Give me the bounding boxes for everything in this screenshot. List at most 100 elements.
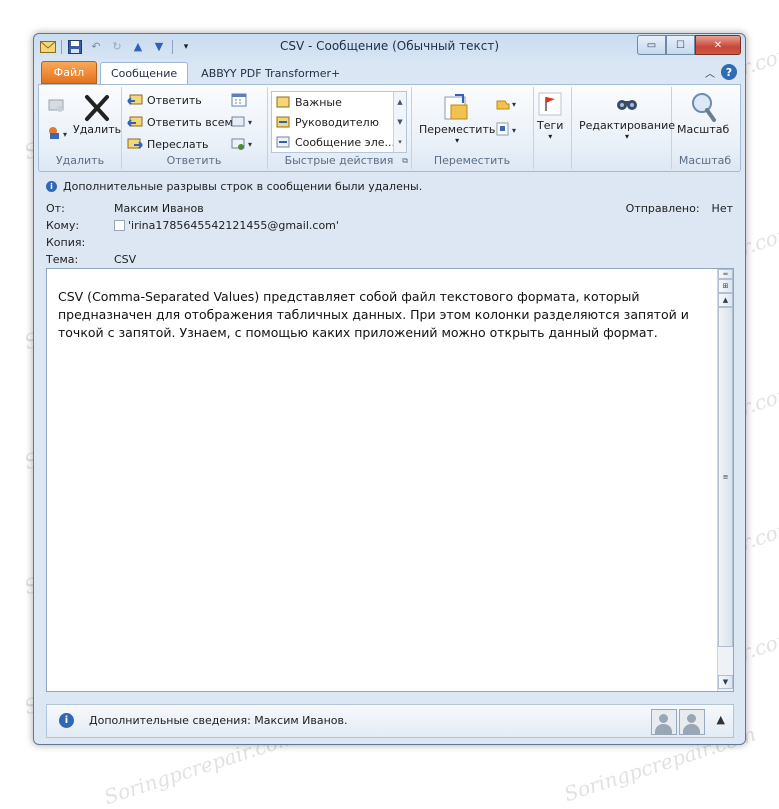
tab-message[interactable]: Сообщение <box>100 62 189 84</box>
gallery-up-icon[interactable]: ▲ <box>397 98 402 106</box>
quick-step-icon <box>276 96 290 108</box>
quick-step-item[interactable]: Важные <box>272 92 406 112</box>
zoom-label: Масштаб <box>677 123 730 136</box>
magnifier-icon <box>692 93 717 122</box>
quick-step-icon <box>276 116 290 128</box>
reply-all-label: Ответить всем <box>147 115 233 129</box>
group-label-move: Переместить <box>433 154 511 167</box>
meeting-icon[interactable] <box>231 93 247 107</box>
more-respond-icon[interactable]: ▾ <box>231 137 257 151</box>
forward-label: Переслать <box>147 137 209 151</box>
binoculars-icon <box>617 100 637 110</box>
collapse-ribbon-icon[interactable]: ︿ <box>705 65 715 80</box>
subject-label: Тема: <box>46 253 79 266</box>
group-label-respond: Ответить <box>166 154 222 167</box>
svg-text:▾: ▾ <box>512 100 516 109</box>
quick-step-item[interactable]: Руководителю <box>272 112 406 132</box>
editing-label: Редактирование <box>579 119 675 132</box>
group-delete: ▾ Удалить Удалить <box>39 87 122 169</box>
svg-text:▾: ▾ <box>248 140 252 149</box>
scroll-thumb[interactable]: ≡ <box>718 307 733 647</box>
delete-button[interactable]: Удалить <box>73 93 121 136</box>
close-icon: ✕ <box>713 39 723 51</box>
quick-step-label: Руководителю <box>295 115 379 129</box>
svg-text:▾: ▾ <box>63 130 67 139</box>
move-label: Переместить <box>419 123 496 136</box>
message-text[interactable]: CSV (Comma-Separated Values) представляе… <box>58 288 708 342</box>
subject-value: CSV <box>114 253 137 266</box>
to-field[interactable]: 'irina1785645542121455@gmail.com' <box>114 219 339 232</box>
quick-step-icon <box>276 136 290 148</box>
dialog-launcher-icon[interactable]: ⧉ <box>402 156 408 166</box>
contact-card-icon <box>114 220 125 231</box>
group-move: Переместить ▾ ▾ ▾ Переместить <box>411 87 534 169</box>
move-button[interactable]: Переместить ▾ <box>419 91 495 145</box>
chevron-up-icon[interactable]: ▲ <box>717 713 725 726</box>
people-pane-text: Дополнительные сведения: Максим Иванов. <box>89 714 348 727</box>
scroll-up-icon[interactable]: ▲ <box>718 293 733 307</box>
scroll-top-marker[interactable]: ═ <box>718 269 733 279</box>
cleanup-icon[interactable]: ▾ <box>47 125 71 141</box>
group-label-zoom: Масштаб <box>678 154 732 167</box>
quick-step-item[interactable]: Сообщение эле... <box>272 132 406 152</box>
reply-button[interactable]: Ответить <box>127 93 202 107</box>
gallery-more-icon[interactable]: ▾ <box>398 138 402 146</box>
group-tags: Теги ▾ <box>533 87 572 169</box>
maximize-button[interactable]: ☐ <box>666 35 695 55</box>
rules-icon[interactable]: ▾ <box>495 95 521 111</box>
im-icon[interactable]: ▾ <box>231 115 257 129</box>
group-label-delete: Удалить <box>55 154 105 167</box>
forward-button[interactable]: Переслать <box>127 137 209 151</box>
gallery-scroll[interactable]: ▲ ▼ ▾ <box>393 92 406 152</box>
gallery-down-icon[interactable]: ▼ <box>397 118 402 126</box>
title-bar: ↶ ↻ ▲ ▼ ▾ CSV - Сообщение (Обычный текст… <box>34 34 745 60</box>
avatar[interactable] <box>679 709 705 735</box>
to-label: Кому: <box>46 219 80 232</box>
ignore-icon[interactable] <box>47 97 65 113</box>
minimize-icon: ▭ <box>646 39 657 51</box>
editing-button[interactable]: Редактирование ▾ <box>579 91 675 141</box>
tab-abbyy[interactable]: ABBYY PDF Transformer+ <box>191 63 350 84</box>
tags-button[interactable]: Теги ▾ <box>537 91 563 141</box>
scroll-down-icon[interactable]: ▼ <box>718 675 733 689</box>
from-value[interactable]: Максим Иванов <box>114 202 204 215</box>
window-controls: ▭ ☐ ✕ <box>637 35 741 55</box>
actions-icon[interactable]: ▾ <box>495 121 521 137</box>
ribbon: ▾ Удалить Удалить Ответить Ответить всем… <box>38 84 741 172</box>
reply-icon <box>127 94 143 105</box>
reply-all-button[interactable]: Ответить всем <box>127 115 233 129</box>
tags-label: Теги <box>537 119 564 132</box>
ribbon-tabs: Файл Сообщение ABBYY PDF Transformer+ <box>41 61 350 84</box>
delete-label: Удалить <box>73 123 122 136</box>
people-pane: i Дополнительные сведения: Максим Иванов… <box>46 704 734 738</box>
message-body[interactable]: CSV (Comma-Separated Values) представляе… <box>46 268 734 692</box>
zoom-button[interactable]: Масштаб <box>677 91 729 136</box>
minimize-button[interactable]: ▭ <box>637 35 666 55</box>
info-bar-text: Дополнительные разрывы строк в сообщении… <box>63 180 423 193</box>
group-respond: Ответить Ответить всем Переслать ▾ ▾ Отв… <box>121 87 268 169</box>
tab-file[interactable]: Файл <box>41 61 97 84</box>
info-bar[interactable]: i Дополнительные разрывы строк в сообщен… <box>46 180 422 193</box>
message-window: ↶ ↻ ▲ ▼ ▾ CSV - Сообщение (Обычный текст… <box>33 33 746 745</box>
quick-steps-gallery: Важные Руководителю Сообщение эле... ▲ ▼… <box>271 91 407 153</box>
group-editing: Редактирование ▾ <box>571 87 675 169</box>
flag-icon <box>538 92 562 116</box>
forward-icon <box>127 138 143 149</box>
delete-x-icon <box>85 95 110 121</box>
group-quick-steps: Важные Руководителю Сообщение эле... ▲ ▼… <box>267 87 412 169</box>
vertical-scrollbar[interactable]: ═ ⊞ ▲ ≡ ▼ <box>717 269 733 691</box>
group-zoom: Масштаб Масштаб <box>671 87 739 169</box>
info-icon: i <box>46 181 57 192</box>
sent-value: Нет <box>711 202 733 215</box>
group-label-quick-steps: Быстрые действия <box>284 154 394 167</box>
help-icon[interactable]: ? <box>721 64 737 80</box>
split-view-icon[interactable]: ⊞ <box>718 279 733 293</box>
avatar[interactable] <box>651 709 677 735</box>
from-label: От: <box>46 202 65 215</box>
close-button[interactable]: ✕ <box>695 35 741 55</box>
to-value: 'irina1785645542121455@gmail.com' <box>128 219 339 232</box>
quick-step-label: Сообщение эле... <box>295 135 395 149</box>
svg-text:▾: ▾ <box>512 126 516 135</box>
move-folder-icon <box>444 94 468 120</box>
sent-field: Отправлено: Нет <box>626 202 733 215</box>
